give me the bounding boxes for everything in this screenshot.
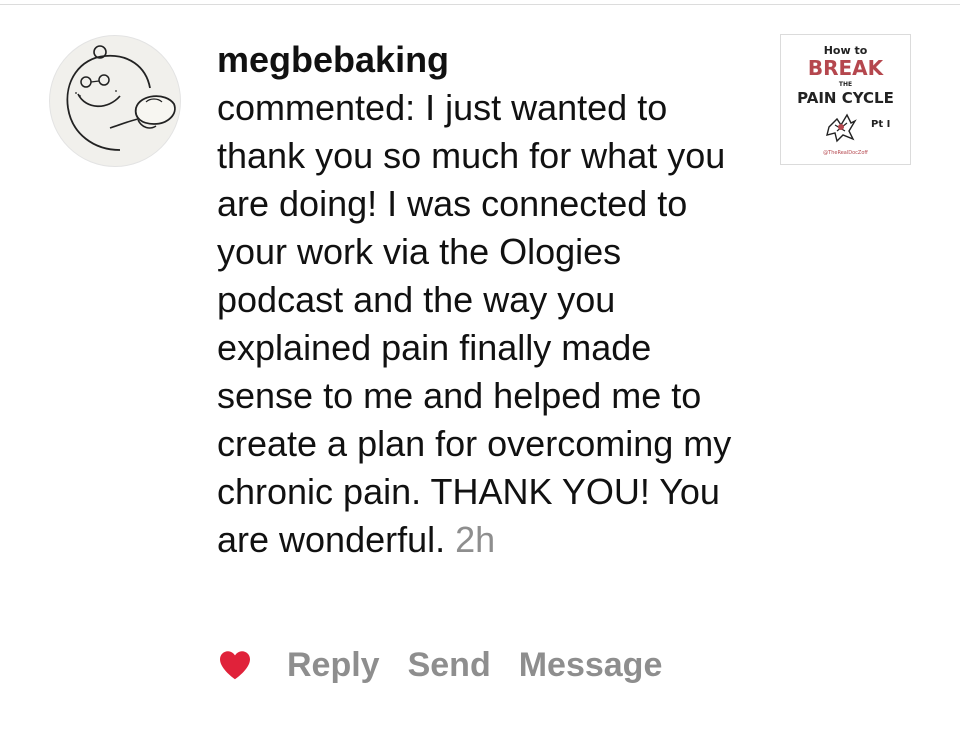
heart-icon[interactable]	[217, 647, 253, 683]
comment-username[interactable]: megbebaking	[217, 36, 757, 84]
thumbnail-line-pain-cycle: PAIN CYCLE	[797, 89, 894, 107]
thumbnail-line-break: BREAK	[807, 56, 884, 80]
comment-text: commented: I just wanted to thank you so…	[217, 87, 732, 560]
comment-timestamp: 2h	[455, 519, 496, 560]
cartoon-avatar-icon	[66, 45, 176, 151]
top-divider	[0, 4, 960, 5]
broken-cycle-icon	[826, 113, 857, 143]
send-button[interactable]: Send	[408, 646, 491, 685]
thumbnail-line-the: THE	[838, 81, 853, 88]
reply-button[interactable]: Reply	[287, 646, 380, 685]
thumbnail-handle: @TheRealDocZoff	[823, 150, 868, 156]
comment-actions: Reply Send Message	[217, 643, 690, 687]
thumbnail-part: Pt I	[871, 119, 891, 130]
comment-text-wrapper: commented: I just wanted to thank you so…	[217, 84, 757, 564]
post-thumbnail[interactable]: How to BREAK THE PAIN CYCLE Pt I @TheRea…	[780, 34, 911, 165]
user-avatar[interactable]	[49, 35, 181, 167]
message-button[interactable]: Message	[519, 646, 663, 685]
comment-body: megbebaking commented: I just wanted to …	[217, 36, 757, 564]
